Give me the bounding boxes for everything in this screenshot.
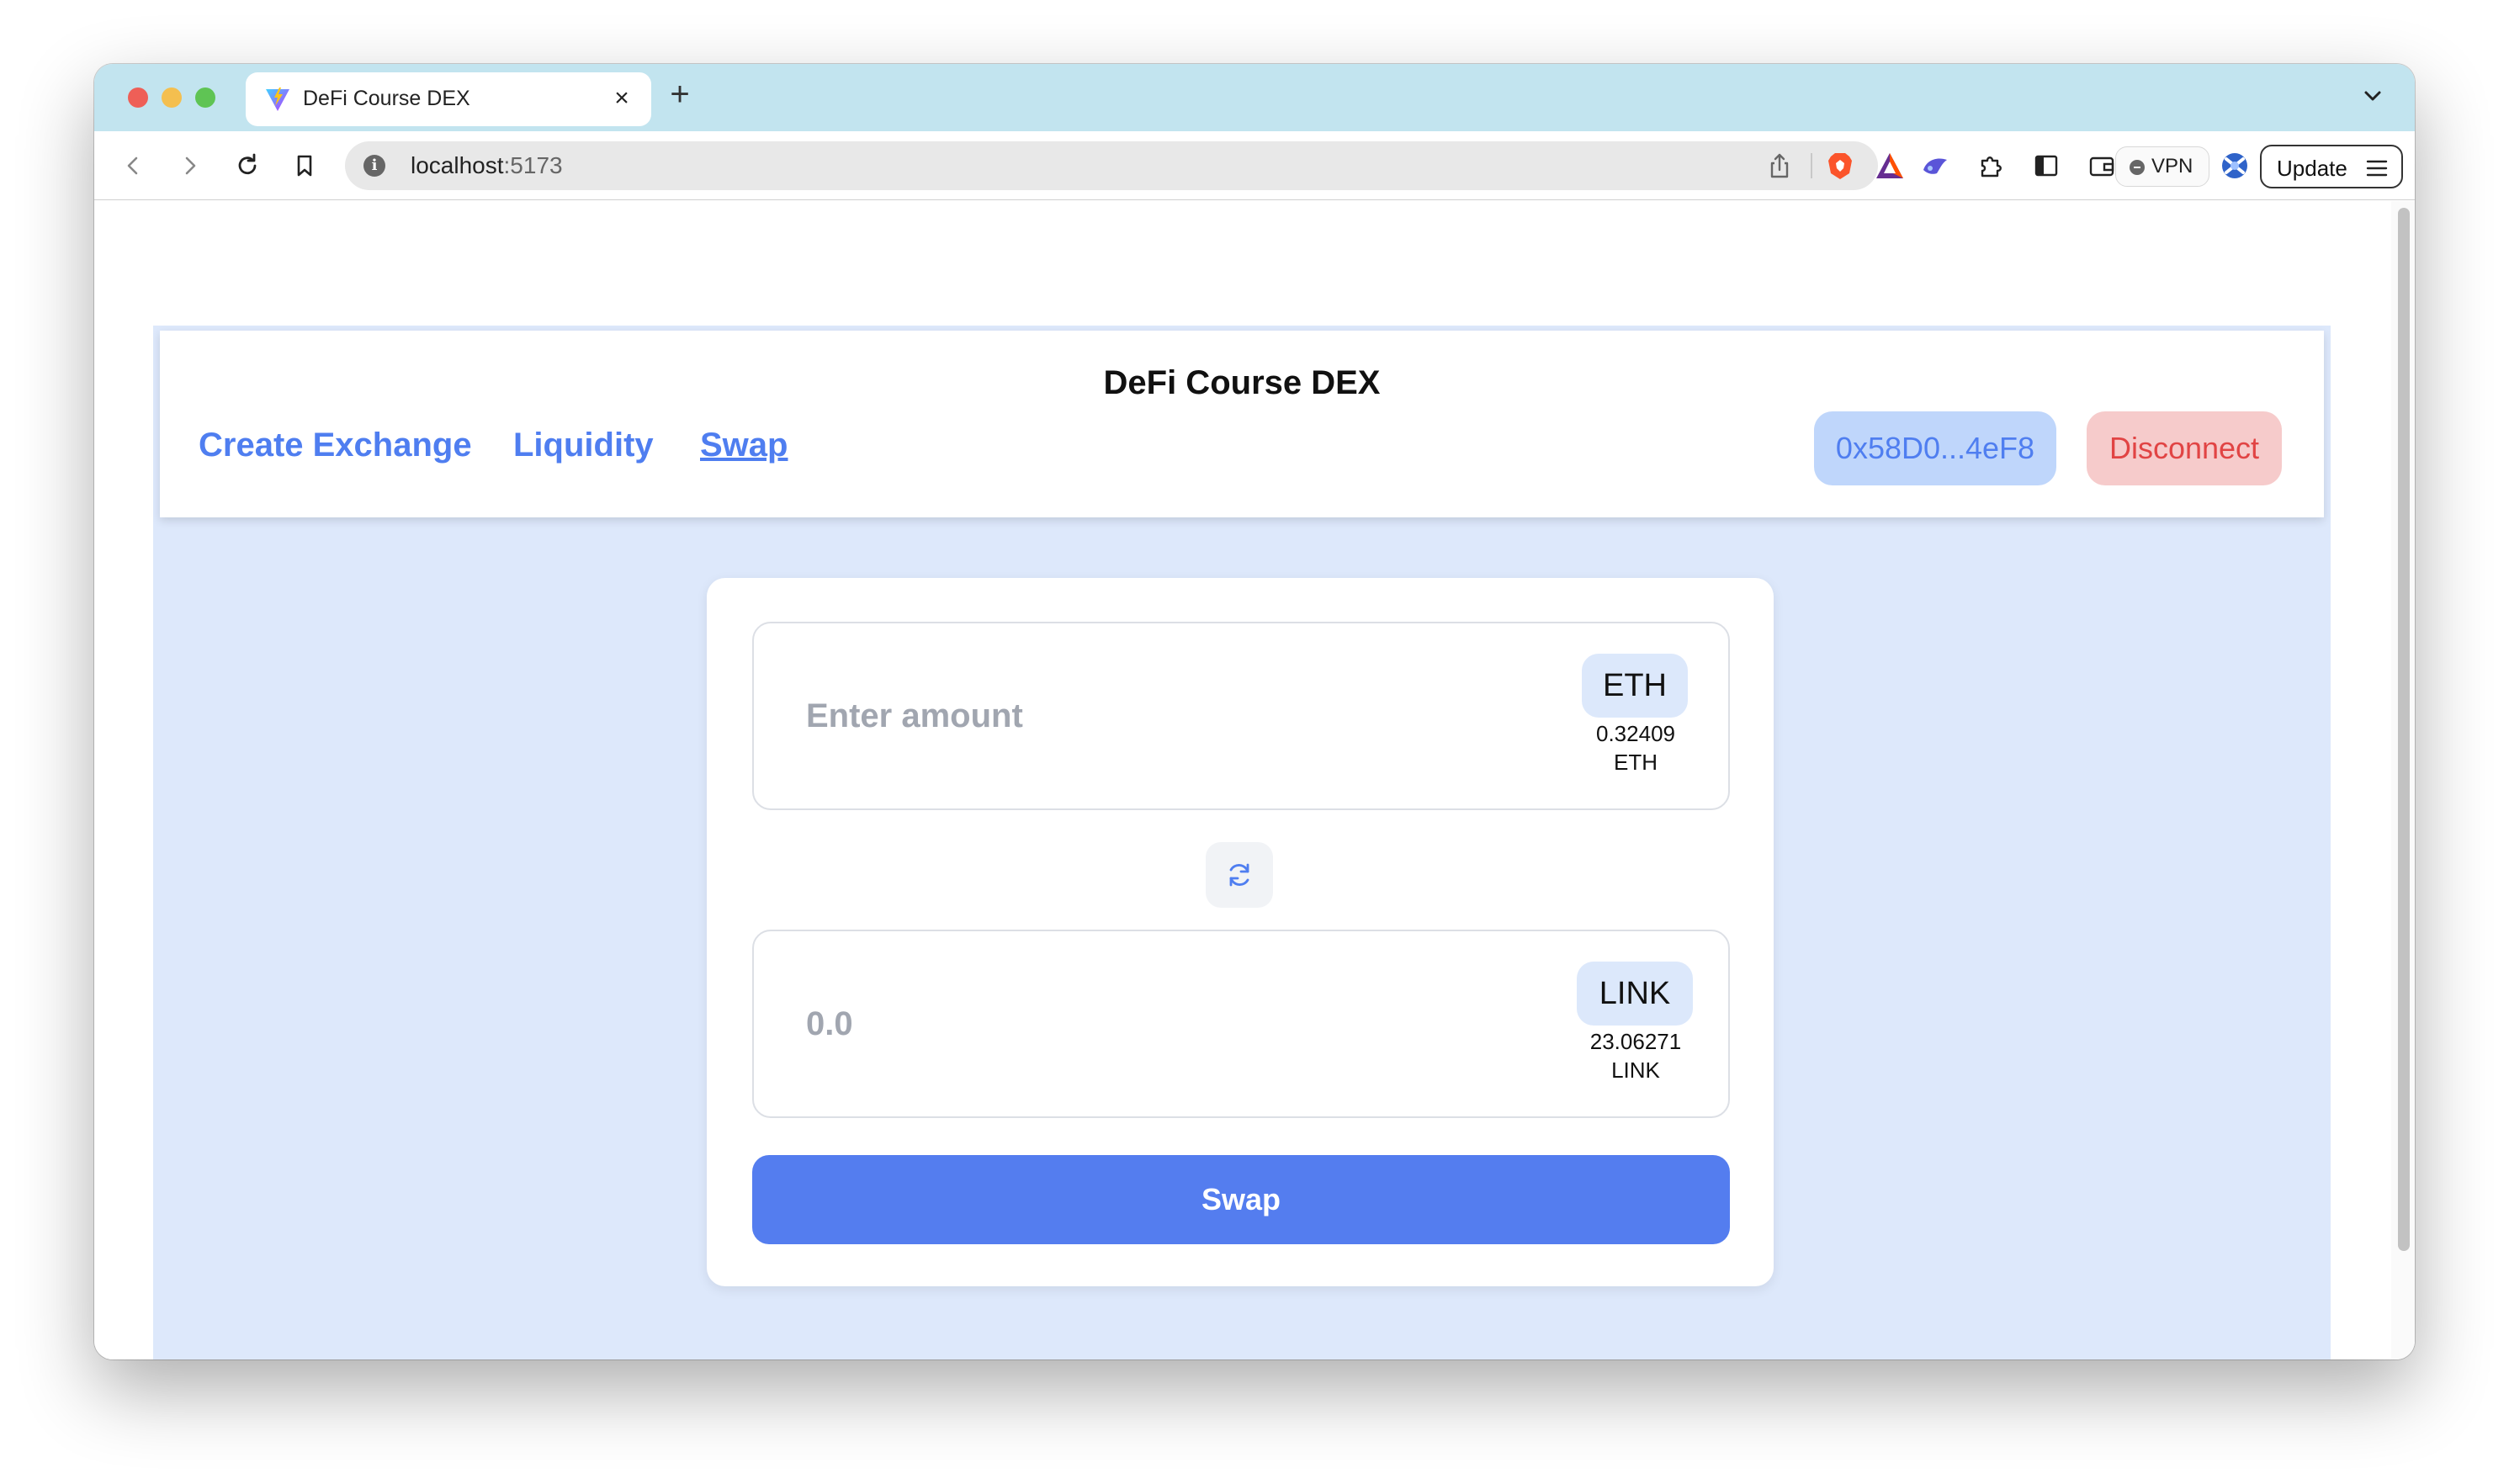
menu-icon [2366, 160, 2388, 177]
wallet-icon [2089, 156, 2114, 177]
url-host: localhost [411, 152, 504, 178]
to-token-selector[interactable]: LINK [1577, 962, 1693, 1026]
close-window-button[interactable] [128, 87, 148, 108]
forward-icon [185, 156, 196, 175]
nav-create-exchange[interactable]: Create Exchange [199, 427, 472, 464]
update-button[interactable]: Update [2260, 145, 2403, 188]
from-token-selector[interactable]: ETH [1582, 654, 1688, 718]
back-icon [127, 156, 138, 175]
bookmark-icon [297, 155, 312, 177]
to-balance-symbol: LINK [1611, 1057, 1660, 1083]
leo-ai-button[interactable] [1917, 147, 1954, 184]
leo-ai-icon [1923, 158, 1947, 174]
to-balance-amount: 23.06271 [1589, 1029, 1682, 1054]
forward-button[interactable] [172, 147, 209, 184]
minimize-window-button[interactable] [162, 87, 182, 108]
page-viewport: DeFi Course DEX Create Exchange Liquidit… [94, 201, 2415, 1359]
brave-rewards-icon[interactable] [1875, 151, 1905, 180]
to-token-panel: LINK 23.06271 LINK [752, 930, 1730, 1118]
extensions-icon [1981, 156, 2002, 178]
update-label: Update [2277, 156, 2347, 181]
reload-button[interactable] [229, 147, 266, 184]
nav-swap[interactable]: Swap [700, 427, 788, 464]
swap-button[interactable]: Swap [752, 1155, 1730, 1244]
extensions-button[interactable] [1972, 147, 2009, 184]
address-bar[interactable]: i localhost:5173 [345, 141, 1903, 190]
flip-direction-button[interactable] [1206, 842, 1273, 908]
swap-direction-icon [1229, 863, 1249, 887]
from-token-panel: ETH 0.32409 ETH [752, 622, 1730, 810]
new-tab-button[interactable]: + [661, 76, 698, 113]
profile-button[interactable] [2216, 147, 2253, 184]
tab-title: DeFi Course DEX [303, 87, 470, 110]
page-scrollbar[interactable] [2391, 201, 2415, 1359]
maximize-window-button[interactable] [195, 87, 215, 108]
scrollbar-thumb[interactable] [2398, 208, 2410, 1251]
brave-shields-icon[interactable] [1824, 150, 1856, 182]
browser-tab[interactable]: DeFi Course DEX × [246, 72, 651, 126]
from-amount-input[interactable] [804, 691, 1477, 741]
tab-strip: DeFi Course DEX × + [94, 64, 2415, 131]
from-balance-symbol: ETH [1614, 750, 1658, 775]
back-button[interactable] [114, 147, 151, 184]
info-icon[interactable]: i [363, 155, 385, 177]
url-text[interactable]: localhost:5173 [411, 152, 563, 179]
url-port: :5173 [503, 152, 563, 178]
swap-card: ETH 0.32409 ETH LINK 23.06271 [707, 578, 1774, 1286]
address-bar-divider [1811, 153, 1812, 178]
nav-liquidity[interactable]: Liquidity [513, 427, 654, 464]
vite-favicon-icon [266, 87, 289, 111]
wallet-address-badge[interactable]: 0x58D0...4eF8 [1814, 411, 2056, 485]
profile-icon [2222, 153, 2247, 178]
browser-window: DeFi Course DEX × + i localhost:5173 VPN… [94, 64, 2415, 1359]
disconnect-button[interactable]: Disconnect [2087, 411, 2282, 485]
share-icon[interactable] [1765, 151, 1794, 180]
browser-toolbar: i localhost:5173 VPN Update [94, 131, 2415, 200]
reload-icon [238, 153, 257, 175]
app-header: DeFi Course DEX Create Exchange Liquidit… [160, 331, 2324, 517]
tab-list-chevron-icon[interactable] [2356, 79, 2390, 113]
dex-app: DeFi Course DEX Create Exchange Liquidit… [153, 326, 2331, 1359]
to-amount-input[interactable] [804, 999, 1477, 1049]
bookmark-button[interactable] [286, 147, 323, 184]
from-balance-amount: 0.32409 [1596, 721, 1675, 746]
sidebar-icon [2034, 155, 2058, 177]
vpn-button[interactable]: VPN [2115, 146, 2209, 187]
vpn-icon [2130, 160, 2145, 175]
tab-close-button[interactable]: × [607, 84, 636, 113]
sidebar-button[interactable] [2028, 147, 2065, 184]
vpn-label: VPN [2151, 155, 2193, 178]
page-title: DeFi Course DEX [1103, 364, 1381, 401]
